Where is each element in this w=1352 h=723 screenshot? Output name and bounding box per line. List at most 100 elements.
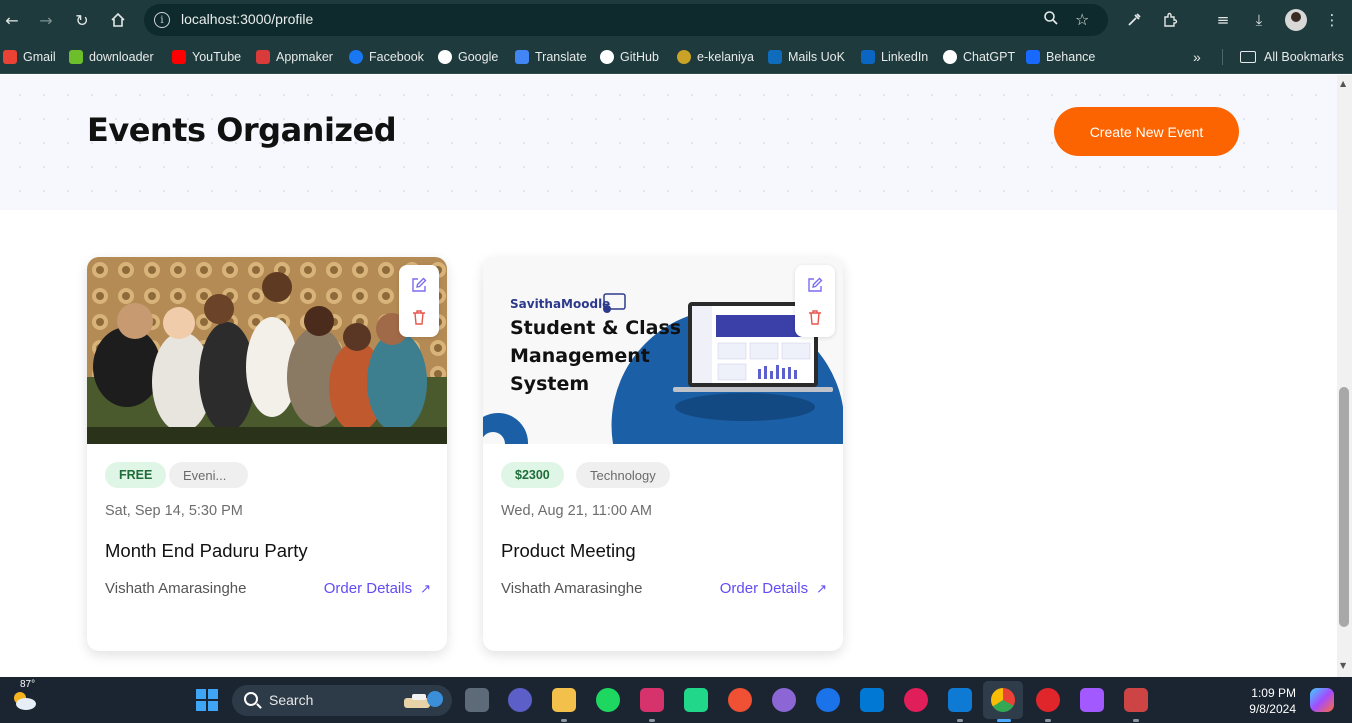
event-title[interactable]: Product Meeting — [501, 540, 636, 562]
spotify-icon[interactable] — [596, 688, 620, 712]
moodle-headline-1: Student & Class — [510, 317, 681, 339]
bookmark-gmail[interactable]: Gmail — [3, 49, 56, 65]
card-actions — [399, 265, 439, 337]
behance-icon — [1026, 50, 1040, 64]
event-card[interactable]: SavithaMoodle Student & Class Management… — [483, 257, 843, 651]
reload-icon[interactable]: ↻ — [70, 8, 94, 32]
chrome-icon[interactable] — [991, 688, 1015, 712]
event-title[interactable]: Month End Paduru Party — [105, 540, 308, 562]
taskbar-search[interactable]: Search — [232, 685, 452, 716]
bookmark-label: Appmaker — [276, 50, 333, 64]
media-queue-icon[interactable]: ≡ — [1211, 8, 1235, 32]
home-icon[interactable] — [106, 8, 130, 32]
scroll-up-icon[interactable]: ▲ — [1340, 79, 1346, 88]
active-indicator — [997, 719, 1011, 722]
eyedropper-icon[interactable] — [1122, 8, 1146, 32]
event-card[interactable]: FREE Eveni... Sat, Sep 14, 5:30 PM Month… — [87, 257, 447, 651]
bookmarks-separator — [1222, 49, 1223, 65]
bookmark-label: downloader — [89, 50, 154, 64]
edit-icon[interactable] — [807, 277, 823, 293]
temperature: 87° — [20, 679, 36, 690]
scrollbar-thumb[interactable] — [1339, 387, 1349, 627]
bookmark-linkedin[interactable]: LinkedIn — [861, 49, 928, 65]
opera-icon[interactable] — [1036, 688, 1060, 712]
clock-time: 1:09 PM — [1251, 686, 1296, 700]
back-icon[interactable]: ← — [0, 8, 24, 32]
teams-chat-icon[interactable] — [508, 688, 532, 712]
task-view-icon[interactable] — [465, 688, 489, 712]
appmaker-icon — [256, 50, 270, 64]
order-details-label: Order Details — [719, 580, 809, 597]
figma-icon[interactable] — [1080, 688, 1104, 712]
app-store-icon[interactable] — [816, 688, 840, 712]
slack-icon[interactable] — [904, 688, 928, 712]
forward-icon[interactable]: → — [34, 8, 58, 32]
bookmark-github[interactable]: GitHub — [600, 49, 659, 65]
intellij-icon[interactable] — [640, 688, 664, 712]
category-badge: Eveni... — [169, 462, 248, 488]
file-explorer-icon[interactable] — [552, 688, 576, 712]
event-image-moodle[interactable]: SavithaMoodle Student & Class Management… — [483, 257, 843, 444]
delete-trash-icon[interactable] — [411, 309, 427, 325]
bookmark-facebook[interactable]: Facebook — [349, 49, 424, 65]
bookmark-label: Translate — [535, 50, 587, 64]
postman-icon[interactable] — [728, 688, 752, 712]
edit-icon[interactable] — [411, 277, 427, 293]
site-info-icon[interactable]: i — [154, 12, 170, 28]
bookmark-appmaker[interactable]: Appmaker — [256, 49, 333, 65]
page-scrollbar[interactable]: ▲ ▼ — [1337, 75, 1352, 677]
bookmark-google[interactable]: Google — [438, 49, 498, 65]
gmail-icon — [3, 50, 17, 64]
bookmark-chatgpt[interactable]: ChatGPT — [943, 49, 1015, 65]
chatgpt-icon — [943, 50, 957, 64]
bookmark-translate[interactable]: Translate — [515, 49, 587, 65]
taskbar-search-label: Search — [269, 692, 314, 708]
event-image-party[interactable] — [87, 257, 447, 444]
bookmark-mails-uok[interactable]: Mails UoK — [768, 49, 845, 65]
profile-avatar[interactable] — [1285, 9, 1307, 31]
bookmark-youtube[interactable]: YouTube — [172, 49, 241, 65]
windows-taskbar: 87° Search 1:09 PM 9/8/2024 — [0, 677, 1352, 723]
order-details-link[interactable]: Order Details ↗ — [324, 580, 431, 597]
youtube-icon — [172, 50, 186, 64]
zoom-icon[interactable] — [1043, 10, 1059, 30]
all-bookmarks-folder[interactable]: All Bookmarks — [1240, 49, 1344, 65]
bookmark-label: Mails UoK — [788, 50, 845, 64]
microsoft-store-icon[interactable] — [860, 688, 884, 712]
outlook-icon — [768, 50, 782, 64]
copilot-icon[interactable] — [1310, 688, 1334, 712]
menu-kebab-icon[interactable]: ⋮ — [1320, 8, 1344, 32]
folder-icon — [1240, 51, 1256, 63]
bookmark-star-icon[interactable]: ☆ — [1075, 10, 1089, 29]
bookmark-label: Gmail — [23, 50, 56, 64]
delete-trash-icon[interactable] — [807, 309, 823, 325]
arrow-up-right-icon: ↗ — [816, 580, 827, 596]
bookmark-behance[interactable]: Behance — [1026, 49, 1095, 65]
extensions-icon[interactable] — [1158, 8, 1182, 32]
vscode-icon[interactable] — [948, 688, 972, 712]
address-bar[interactable]: i localhost:3000/profile ☆ — [144, 4, 1108, 36]
search-highlight-illustration — [404, 691, 443, 708]
scroll-down-icon[interactable]: ▼ — [1340, 661, 1346, 670]
github-desktop-icon[interactable] — [772, 688, 796, 712]
page-header-band: Events Organized Create New Event — [0, 75, 1337, 210]
downloads-icon[interactable]: ⤓ — [1247, 8, 1271, 32]
event-date: Sat, Sep 14, 5:30 PM — [105, 503, 243, 519]
system-clock[interactable]: 1:09 PM 9/8/2024 — [1240, 685, 1296, 717]
all-bookmarks-label: All Bookmarks — [1264, 50, 1344, 64]
page-title: Events Organized — [87, 111, 397, 149]
bookmark-label: YouTube — [192, 50, 242, 64]
order-details-link[interactable]: Order Details ↗ — [720, 580, 827, 597]
snipping-tool-icon[interactable] — [1124, 688, 1148, 712]
moodle-headline-2: Management — [510, 345, 650, 367]
windows-start-icon[interactable] — [196, 689, 218, 711]
event-date: Wed, Aug 21, 11:00 AM — [501, 503, 653, 519]
create-new-event-button[interactable]: Create New Event — [1054, 107, 1239, 156]
running-indicator — [1045, 719, 1051, 722]
bookmark-downloader[interactable]: downloader — [69, 49, 154, 65]
url-text[interactable]: localhost:3000/profile — [181, 11, 313, 27]
bookmark-e-kelaniya[interactable]: e-kelaniya — [677, 49, 754, 65]
more-bookmarks-chevron-icon[interactable]: » — [1193, 49, 1201, 65]
pycharm-icon[interactable] — [684, 688, 708, 712]
clock-date: 9/8/2024 — [1249, 702, 1296, 716]
